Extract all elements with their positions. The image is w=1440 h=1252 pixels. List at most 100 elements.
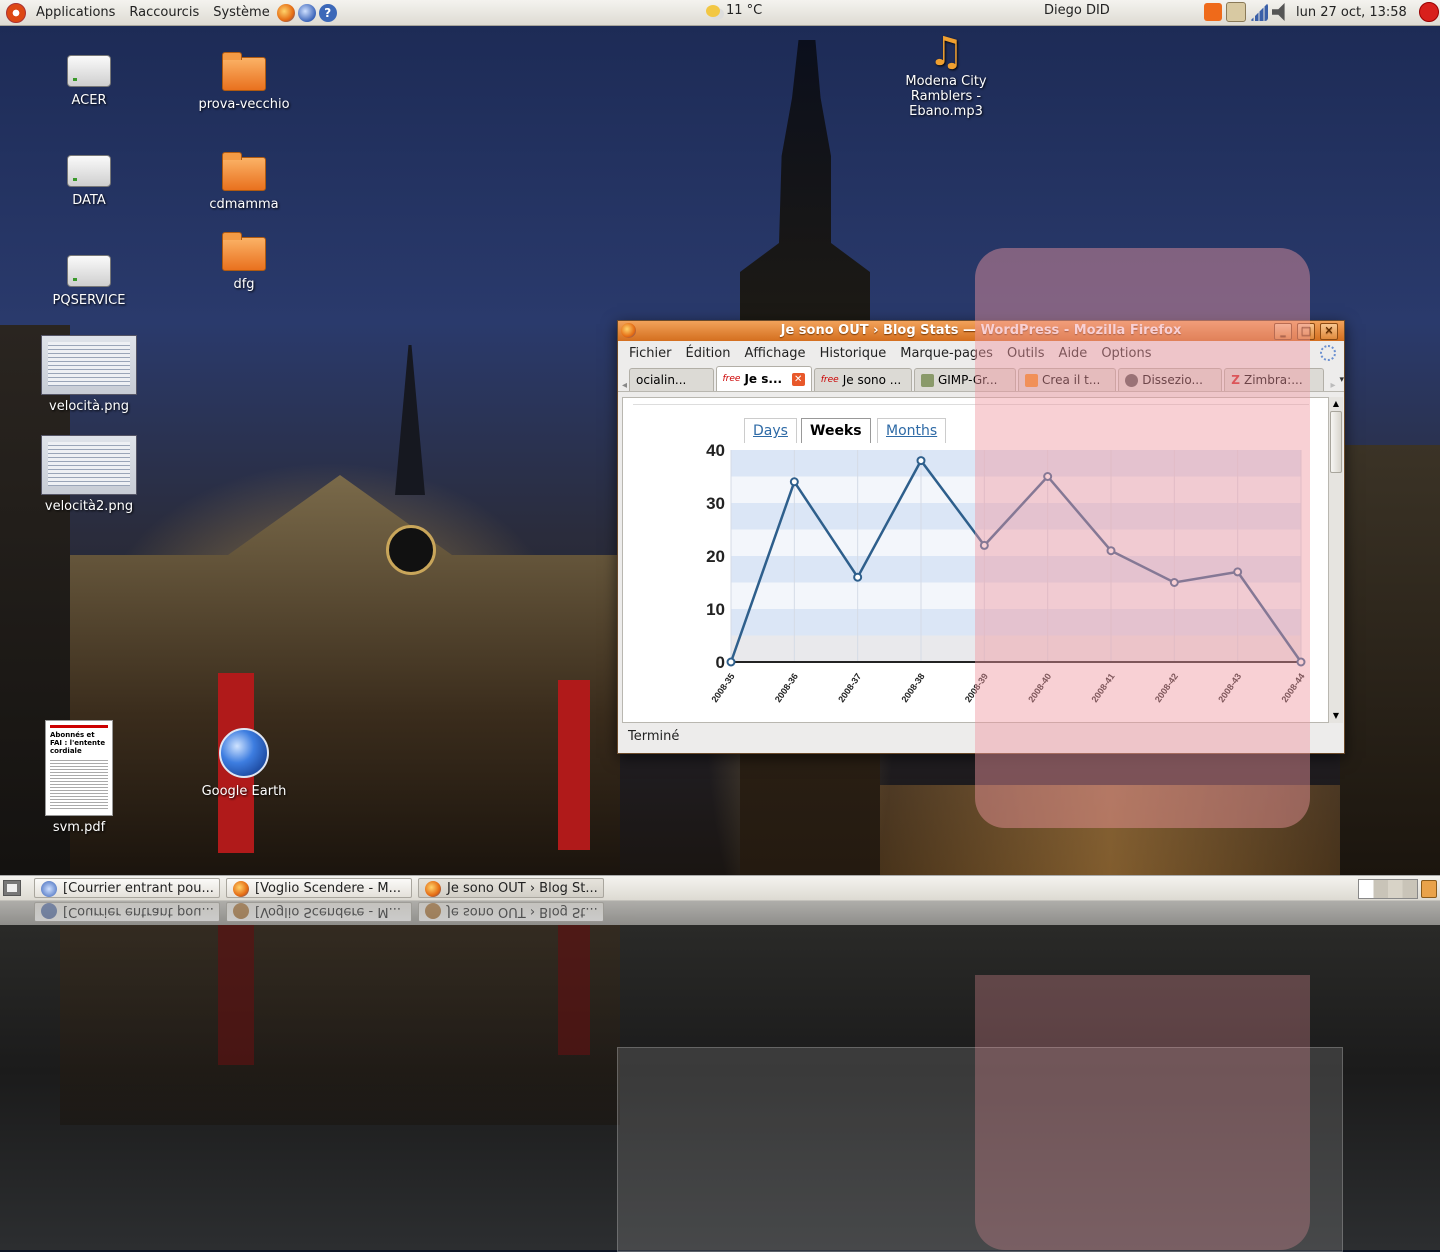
tab-close-icon[interactable]: ✕: [791, 372, 805, 386]
tab-label: Je sono ...: [842, 373, 902, 387]
menu-history[interactable]: Historique: [813, 346, 894, 361]
volume-icon[interactable]: [1272, 3, 1285, 21]
ubuntu-logo-icon[interactable]: [6, 2, 26, 23]
tab-label: Crea il t...: [1042, 373, 1101, 387]
tab-label: GIMP-Gr...: [937, 373, 998, 387]
statue-silhouette: [740, 40, 870, 330]
tab-zimbra[interactable]: Z Zimbra:...: [1224, 368, 1325, 391]
shortcuts-menu[interactable]: Raccourcis: [122, 5, 206, 20]
applications-menu[interactable]: Applications: [29, 5, 122, 20]
x-tick-label: 2008-36: [773, 671, 800, 704]
desktop-icon-data[interactable]: DATA: [34, 155, 144, 208]
task-je-sono-out[interactable]: Je sono OUT › Blog St...: [418, 878, 604, 898]
clock: [386, 525, 436, 575]
tab-crea[interactable]: Crea il t...: [1018, 368, 1117, 391]
data-point: [726, 657, 736, 667]
desktop-icon-label: DATA: [72, 193, 106, 208]
system-menu[interactable]: Système: [206, 5, 276, 20]
scrollbar-thumb[interactable]: [1330, 411, 1342, 473]
task-label: [Voglio Scendere - M...: [255, 904, 401, 919]
help-icon[interactable]: ?: [318, 3, 337, 22]
data-point: [1169, 578, 1179, 587]
desktop-icon-label: Google Earth: [201, 784, 287, 799]
menu-edit[interactable]: Édition: [679, 346, 738, 361]
menu-help[interactable]: Aide: [1052, 346, 1095, 361]
image-thumbnail-icon: [41, 435, 137, 495]
data-point: [853, 572, 863, 582]
desktop-icon-acer[interactable]: ACER: [34, 55, 144, 108]
clock-datetime[interactable]: lun 27 oct, 13:58: [1296, 5, 1407, 20]
tab-gimp[interactable]: GIMP-Gr...: [913, 368, 1017, 391]
firefox-title-icon[interactable]: [621, 323, 636, 338]
status-bar: Terminé: [622, 726, 1346, 748]
desktop-icon-velocita[interactable]: velocità.png: [34, 335, 144, 414]
desktop-icon-pqservice[interactable]: PQSERVICE: [34, 255, 144, 308]
trash-icon[interactable]: [1421, 880, 1437, 898]
tab-socialin[interactable]: ocialin...: [629, 368, 714, 391]
desktop-icon-mp3[interactable]: ♫ Modena City Ramblers - Ebano.mp3: [881, 30, 1011, 119]
menu-tools[interactable]: Outils: [1000, 346, 1052, 361]
task-courrier[interactable]: [Courrier entrant pou...: [34, 878, 220, 898]
window-titlebar[interactable]: Je sono OUT › Blog Stats — WordPress - M…: [618, 321, 1344, 341]
desktop-icon-label: ACER: [71, 93, 107, 108]
chart-band: [731, 635, 1301, 662]
firefox-task-icon: [425, 881, 441, 897]
y-tick-label: 10: [706, 600, 725, 619]
desktop-icon-prova-vecchio[interactable]: prova-vecchio: [189, 52, 299, 112]
firefox-launcher-icon[interactable]: [276, 3, 295, 22]
desktop-icon-velocita2[interactable]: velocità2.png: [34, 435, 144, 514]
desktop-icon-google-earth[interactable]: Google Earth: [189, 728, 299, 799]
desktop-icon-label: PQSERVICE: [52, 293, 126, 308]
tab-je-sono[interactable]: free Je sono ...: [813, 368, 912, 391]
desktop-icon-svm-pdf[interactable]: Abonnés et FAI : l'entente cordiale svm.…: [24, 720, 134, 835]
x-tick-label: 2008-38: [900, 671, 927, 704]
folder-icon: [222, 152, 266, 191]
maximize-button[interactable]: □: [1297, 323, 1315, 340]
tab-dissezio[interactable]: Dissezio...: [1118, 368, 1223, 391]
theatre-building: [60, 475, 620, 875]
image-thumbnail-icon: [41, 335, 137, 395]
x-tick-label: 2008-41: [1090, 671, 1117, 704]
user-name[interactable]: Diego DID: [1044, 3, 1110, 18]
thunderbird-launcher-icon[interactable]: [297, 3, 316, 22]
task-label: [Voglio Scendere - M...: [255, 881, 401, 896]
weather-temperature[interactable]: 11 °C: [726, 3, 762, 18]
workspace-switcher[interactable]: [1358, 879, 1418, 899]
task-voglio-scendere[interactable]: [Voglio Scendere - M...: [226, 878, 412, 898]
menu-bookmarks[interactable]: Marque-pages: [893, 346, 1000, 361]
pdf-thumbnail-icon: Abonnés et FAI : l'entente cordiale: [45, 720, 113, 816]
menu-options[interactable]: Options: [1094, 346, 1158, 361]
tab-scroll-right-button[interactable]: ▸: [1330, 380, 1335, 391]
y-tick-label: 0: [716, 653, 725, 672]
spire: [395, 345, 425, 495]
network-signal-icon[interactable]: [1250, 3, 1268, 21]
menu-view[interactable]: Affichage: [737, 346, 812, 361]
scroll-up-arrow-icon[interactable]: ▲: [1329, 397, 1343, 411]
bottom-panel: [Courrier entrant pou... [Voglio Scender…: [0, 875, 1440, 901]
shutdown-icon[interactable]: [1419, 2, 1439, 22]
firefox-window: Je sono OUT › Blog Stats — WordPress - M…: [617, 320, 1345, 754]
tab-je-sono-active[interactable]: free Je s... ✕: [715, 366, 812, 391]
wordpress-favicon-icon: [1125, 373, 1139, 387]
drive-icon: [67, 55, 111, 87]
update-notifier-icon[interactable]: [1204, 3, 1222, 21]
drive-icon: [67, 155, 111, 187]
vertical-scrollbar[interactable]: ▲ ▼: [1328, 397, 1343, 723]
tab-label: Dissezio...: [1142, 373, 1203, 387]
menu-file[interactable]: Fichier: [622, 346, 679, 361]
tab-label: Zimbra:...: [1244, 373, 1303, 387]
weather-icon[interactable]: [706, 4, 720, 17]
minimize-button[interactable]: _: [1274, 323, 1292, 340]
thunderbird-task-icon: [41, 881, 57, 897]
tab-label: ocialin...: [636, 373, 687, 387]
desktop-icon-dfg[interactable]: dfg: [189, 232, 299, 292]
close-button[interactable]: ✕: [1320, 323, 1338, 340]
data-point: [1296, 657, 1306, 667]
clipboard-icon[interactable]: [1226, 2, 1246, 22]
tab-list-dropdown-button[interactable]: ▾: [1339, 375, 1344, 385]
tab-scroll-left-button[interactable]: ◂: [622, 380, 627, 391]
x-tick-label: 2008-42: [1153, 671, 1180, 704]
scroll-down-arrow-icon[interactable]: ▼: [1329, 709, 1343, 723]
desktop-icon-cdmamma[interactable]: cdmamma: [189, 152, 299, 212]
show-desktop-icon[interactable]: [3, 880, 21, 896]
